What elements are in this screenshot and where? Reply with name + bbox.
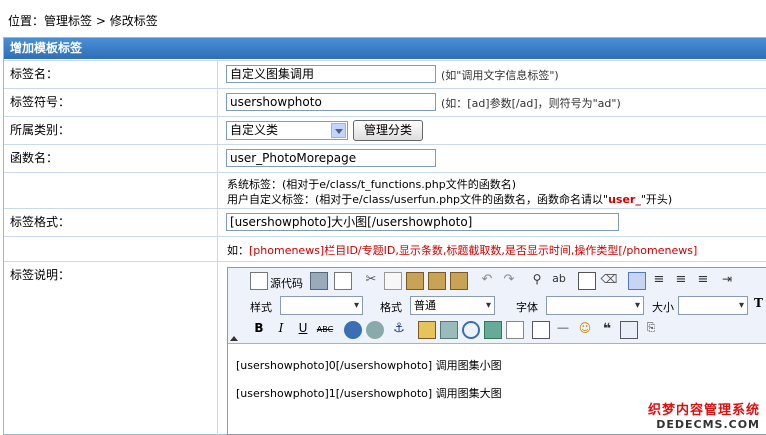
panel-title: 增加模板标签	[4, 38, 766, 59]
underline-icon[interactable]: U	[294, 321, 312, 339]
label-tag-description: 标签说明：	[4, 262, 218, 435]
size-label: 大小	[652, 301, 674, 314]
find-icon[interactable]: ⚲	[528, 272, 546, 290]
function-note-user: 用户自定义标签：(相对于e/class/userfun.php文件的函数名，函数…	[227, 193, 673, 206]
label-tag-format: 标签格式：	[4, 209, 218, 236]
size-select[interactable]	[678, 296, 748, 315]
tag-name-hint: (如"调用文字信息标签")	[441, 69, 559, 82]
link-icon[interactable]	[344, 321, 362, 339]
cut-icon[interactable]: ✂	[362, 272, 380, 290]
source-button[interactable]: 源代码	[270, 275, 303, 291]
watermark-line-1: 织梦内容管理系统	[647, 403, 760, 418]
special-char-icon[interactable]	[620, 321, 638, 339]
paste-word-icon[interactable]	[450, 272, 468, 290]
label-function-name: 函数名：	[4, 145, 218, 172]
row-category: 所属类别： 自定义类 管理分类	[4, 116, 766, 144]
label-category: 所属类别：	[4, 117, 218, 144]
manage-category-button[interactable]: 管理分类	[353, 120, 423, 141]
copy-icon[interactable]	[384, 272, 402, 290]
align-center-icon[interactable]: ≡	[650, 272, 668, 290]
paste-icon[interactable]	[406, 272, 424, 290]
watermark: 织梦内容管理系统 DEDECMS.COM	[648, 399, 760, 431]
redo-icon[interactable]: ↷	[500, 272, 518, 290]
editor-line: [usershowphoto]1[/usershowphoto] 调用图集大图	[236, 387, 502, 400]
collapse-toolbar-icon[interactable]	[230, 336, 238, 341]
horizontal-rule-icon[interactable]: ―	[554, 321, 572, 339]
tag-name-input[interactable]: 自定义图集调用	[226, 65, 436, 83]
format-label: 格式	[380, 301, 402, 314]
breadcrumb-prefix: 位置：	[8, 14, 45, 28]
row-tag-name: 标签名： 自定义图集调用 (如"调用文字信息标签")	[4, 60, 766, 88]
function-name-input[interactable]: user_PhotoMorepage	[226, 149, 436, 167]
chevron-down-icon[interactable]	[331, 123, 346, 138]
text-color-icon[interactable]: T	[754, 296, 766, 314]
justify-icon[interactable]: ≡	[694, 272, 712, 290]
format-example: 如：[phomenews]栏目ID/专题ID,显示条数,标题截取数,是否显示时间…	[227, 244, 698, 257]
breadcrumb-link-manage-tags[interactable]: 管理标签	[44, 14, 92, 28]
editor-toolbar: 源代码 ✂ ↶ ↷ ⚲ ab ⌫ ≡ ≡ ≡ ⇥ 样式 ▾ 格式 普通 ▾ 字体…	[228, 268, 766, 344]
function-note-system: 系统标签：(相对于e/class/t_functions.php文件的函数名)	[227, 178, 516, 191]
row-tag-format: 标签格式： [usershowphoto]大小图[/usershowphoto]	[4, 208, 766, 236]
strikethrough-icon[interactable]: ABC	[316, 321, 334, 339]
source-icon[interactable]	[250, 272, 268, 290]
remove-format-icon[interactable]: ⌫	[600, 272, 618, 290]
tag-form-panel: 增加模板标签 标签名： 自定义图集调用 (如"调用文字信息标签") 标签符号： …	[3, 37, 766, 435]
undo-icon[interactable]: ↶	[478, 272, 496, 290]
paste-text-icon[interactable]	[428, 272, 446, 290]
label-tag-symbol: 标签符号：	[4, 89, 218, 116]
font-label: 字体	[516, 301, 538, 314]
replace-icon[interactable]: ab	[550, 272, 568, 290]
align-right-icon[interactable]: ≡	[672, 272, 690, 290]
breadcrumb-separator: >	[92, 14, 110, 28]
align-left-icon[interactable]	[628, 272, 646, 290]
attachment-icon[interactable]	[484, 321, 502, 339]
select-all-icon[interactable]	[578, 272, 596, 290]
watermark-line-2: DEDECMS.COM	[656, 418, 760, 431]
category-selected-value: 自定义类	[230, 123, 279, 137]
row-function-name: 函数名： user_PhotoMorepage	[4, 144, 766, 172]
image-icon[interactable]	[418, 321, 436, 339]
tag-symbol-hint: (如：[ad]参数[/ad]，则符号为"ad")	[441, 97, 621, 110]
preview-icon[interactable]	[334, 272, 352, 290]
breadcrumb: 位置：管理标签 > 修改标签	[8, 12, 158, 29]
row-tag-symbol: 标签符号： usershowphoto (如：[ad]参数[/ad]，则符号为"…	[4, 88, 766, 116]
page-split-icon[interactable]: ⎘	[642, 321, 660, 339]
save-icon[interactable]	[310, 272, 328, 290]
flash-icon[interactable]	[440, 321, 458, 339]
media-icon[interactable]	[462, 321, 480, 339]
anchor-icon[interactable]: ⚓	[390, 321, 408, 339]
tag-format-input[interactable]: [usershowphoto]大小图[/usershowphoto]	[226, 213, 619, 231]
page-break-icon[interactable]	[506, 321, 524, 339]
format-select[interactable]: 普通	[410, 296, 495, 315]
row-function-note: 系统标签：(相对于e/class/t_functions.php文件的函数名) …	[4, 172, 766, 208]
style-select[interactable]	[280, 296, 363, 315]
unlink-icon[interactable]	[366, 321, 384, 339]
italic-icon[interactable]: I	[272, 321, 290, 339]
emoticon-icon[interactable]: ☺	[576, 321, 594, 339]
row-format-example: 如：[phomenews]栏目ID/专题ID,显示条数,标题截取数,是否显示时间…	[4, 236, 766, 261]
font-select[interactable]	[546, 296, 644, 315]
style-label: 样式	[250, 301, 272, 314]
quote-icon[interactable]: ❝	[598, 321, 616, 339]
tag-symbol-input[interactable]: usershowphoto	[226, 93, 436, 111]
breadcrumb-current: 修改标签	[109, 14, 158, 28]
table-icon[interactable]	[532, 321, 550, 339]
category-select[interactable]: 自定义类	[226, 121, 348, 140]
bold-icon[interactable]: B	[250, 321, 268, 339]
function-prefix-highlight: user_	[608, 193, 641, 206]
indent-icon[interactable]: ⇥	[718, 272, 736, 290]
editor-content[interactable]: [usershowphoto]0[/usershowphoto] 调用图集小图 …	[236, 352, 502, 408]
label-tag-name: 标签名：	[4, 61, 218, 88]
editor-line: [usershowphoto]0[/usershowphoto] 调用图集小图	[236, 359, 502, 372]
